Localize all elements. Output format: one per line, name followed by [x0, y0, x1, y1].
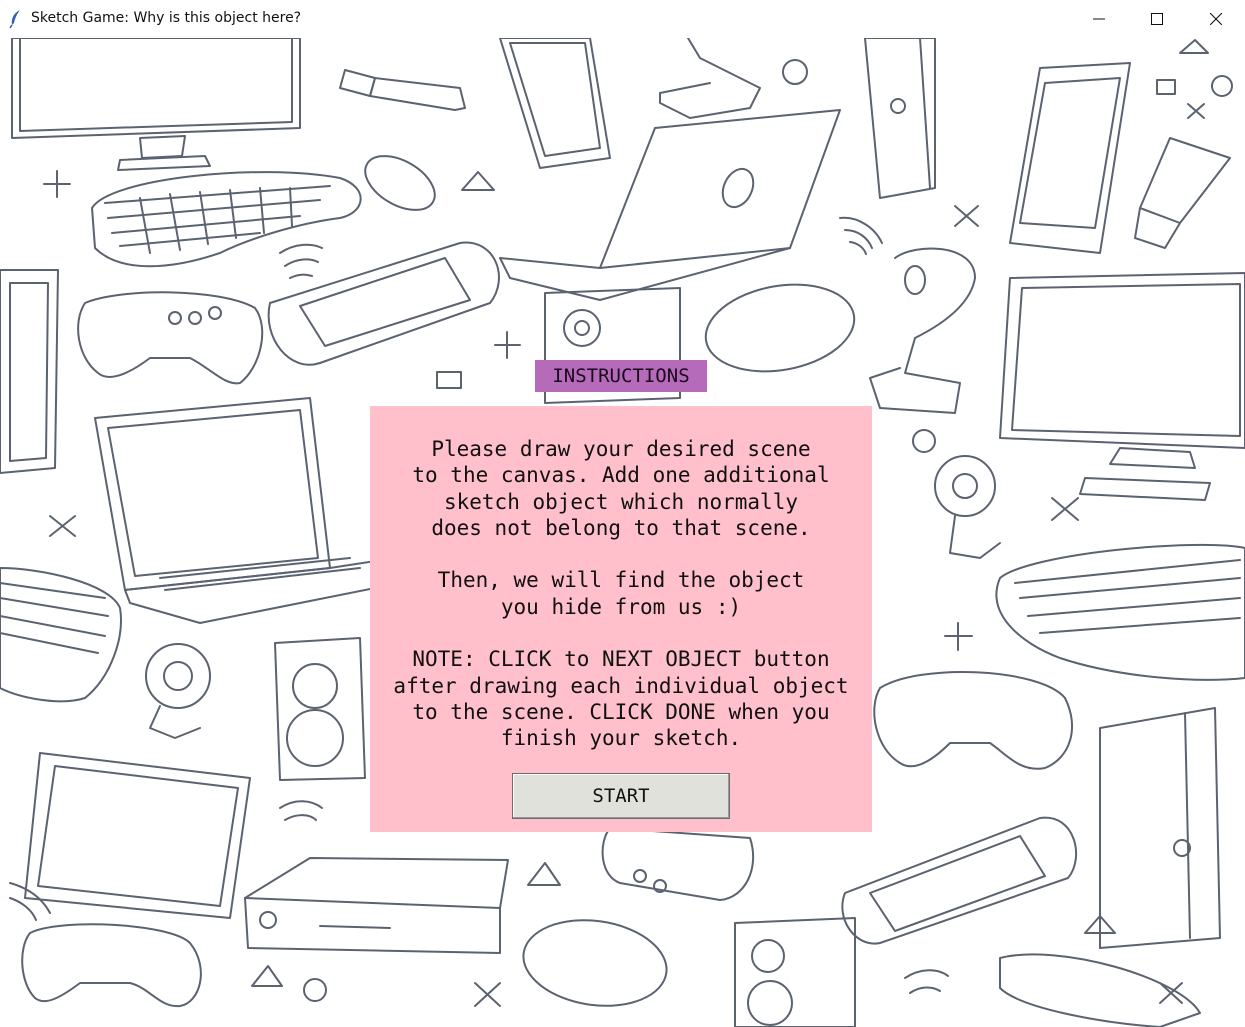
ergonomic-keyboard-sketch — [995, 543, 1245, 681]
controller-sketch — [21, 923, 202, 1008]
tower-case-sketch — [1099, 707, 1221, 949]
feather-icon — [8, 9, 24, 29]
minimize-button[interactable] — [1070, 0, 1128, 38]
instructions-text: Please draw your desired scene to the ca… — [393, 437, 849, 751]
minimize-icon — [1093, 10, 1105, 29]
tablet-sketch — [24, 752, 251, 919]
mouse-sketch — [364, 155, 436, 211]
laptop-sketch — [499, 109, 841, 301]
phone-sketch — [499, 38, 611, 169]
pc-tower-sketch — [864, 38, 936, 199]
usb-stick-sketch — [339, 69, 466, 111]
portable-console-sketch — [841, 816, 1077, 945]
smartphone-sketch — [1009, 62, 1131, 254]
game-console-sketch — [244, 857, 509, 954]
computer-mouse-sketch — [704, 283, 856, 373]
maximize-icon — [1151, 10, 1163, 29]
start-button[interactable]: START — [512, 773, 730, 819]
close-button[interactable] — [1187, 0, 1245, 38]
instructions-heading: INSTRUCTIONS — [535, 360, 707, 392]
handheld-console-sketch — [267, 241, 500, 366]
gamepad-sketch — [77, 291, 264, 385]
keyboard-sketch — [91, 171, 362, 268]
maximize-button[interactable] — [1128, 0, 1186, 38]
monitor-sketch — [11, 38, 301, 171]
wireless-mouse-sketch — [522, 919, 668, 1007]
loudspeaker-sketch — [274, 637, 366, 781]
desktop-monitor-sketch — [999, 272, 1245, 501]
webcam-sketch — [145, 643, 211, 739]
speaker-bottom-sketch — [734, 917, 856, 1027]
lamp-sketch — [659, 38, 761, 119]
title-bar: Sketch Game: Why is this object here? — [0, 0, 1245, 38]
notebook-sketch — [94, 397, 401, 624]
joystick-sketch — [869, 247, 976, 414]
window-title: Sketch Game: Why is this object here? — [31, 10, 302, 26]
instructions-panel: Please draw your desired scene to the ca… — [370, 406, 872, 832]
close-icon — [1209, 10, 1223, 29]
